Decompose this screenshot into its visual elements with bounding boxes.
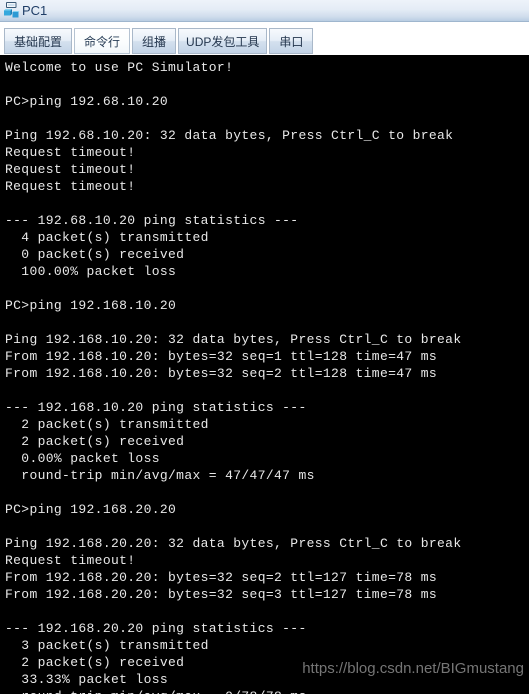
terminal-console[interactable]: Welcome to use PC Simulator! PC>ping 192… xyxy=(0,58,529,694)
tab-basic-config[interactable]: 基础配置 xyxy=(4,28,73,54)
window-title: PC1 xyxy=(22,2,48,18)
tab-multicast[interactable]: 组播 xyxy=(132,28,177,54)
tab-command-line[interactable]: 命令行 xyxy=(74,28,131,54)
terminal-output-text: Welcome to use PC Simulator! PC>ping 192… xyxy=(5,60,462,694)
tab-strip: 基础配置 命令行 组播 UDP发包工具 串口 xyxy=(0,23,529,56)
pc-simulator-window: PC1 基础配置 命令行 组播 UDP发包工具 串口 Welcome to us… xyxy=(0,0,529,694)
tab-list: 基础配置 命令行 组播 UDP发包工具 串口 xyxy=(4,28,315,54)
pc-device-icon xyxy=(3,2,20,19)
tab-udp-tool[interactable]: UDP发包工具 xyxy=(178,28,268,54)
title-bar: PC1 xyxy=(0,0,529,22)
tab-serial-port[interactable]: 串口 xyxy=(269,28,314,54)
